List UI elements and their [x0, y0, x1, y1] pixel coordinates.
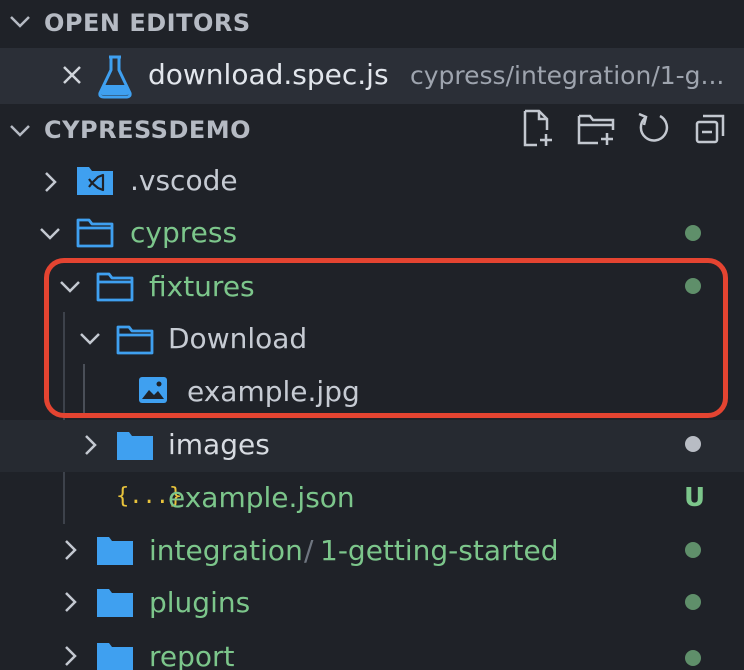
new-folder-icon[interactable] [576, 108, 618, 148]
open-editor-item[interactable]: download.spec.js cypress/integration/1-g… [0, 48, 744, 104]
open-editor-path: cypress/integration/1-g... [410, 61, 725, 90]
project-title: CYPRESSDEMO [44, 116, 252, 144]
modified-dot [685, 594, 701, 610]
flask-icon [98, 55, 132, 99]
chevron-down-icon [40, 228, 60, 240]
close-icon[interactable] [62, 65, 82, 85]
tree-item-vscode[interactable]: .vscode [0, 156, 744, 208]
chevron-down-icon [10, 16, 30, 28]
tree-item-label: plugins [149, 586, 251, 619]
refresh-icon[interactable] [636, 108, 672, 148]
modified-dot [685, 225, 701, 241]
path-separator: / [304, 534, 314, 567]
ignored-dot [685, 436, 701, 452]
tree-item-label: example.json [168, 481, 355, 514]
tree-item-label: images [168, 428, 270, 461]
modified-dot [685, 650, 701, 666]
vscode-folder-icon [77, 167, 113, 195]
tree-item-sublabel: 1-getting-started [320, 534, 559, 567]
new-file-icon[interactable] [520, 108, 556, 148]
tree-item-example-json[interactable]: {...} example.json U [0, 472, 744, 524]
chevron-right-icon [65, 540, 77, 560]
open-editors-header[interactable]: OPEN EDITORS [0, 0, 744, 52]
folder-closed-icon [117, 432, 153, 460]
modified-dot [685, 542, 701, 558]
open-editor-filename: download.spec.js [148, 58, 389, 91]
tree-item-cypress[interactable]: cypress [0, 208, 744, 260]
folder-open-icon [76, 218, 114, 248]
tree-item-report[interactable]: report [0, 628, 744, 670]
collapse-all-icon[interactable] [694, 108, 730, 148]
untracked-badge: U [684, 483, 706, 513]
chevron-down-icon [10, 125, 30, 137]
tree-item-integration[interactable]: integration / 1-getting-started [0, 524, 744, 576]
folder-closed-icon [97, 589, 133, 617]
tree-item-label: integration [149, 534, 303, 567]
tree-item-images[interactable]: images [0, 420, 744, 472]
highlight-box [44, 258, 728, 418]
tree-item-label: cypress [130, 216, 238, 249]
tree-item-plugins[interactable]: plugins [0, 576, 744, 628]
folder-closed-icon [97, 537, 133, 565]
chevron-right-icon [65, 646, 77, 666]
tree-item-label: report [149, 640, 235, 670]
chevron-right-icon [65, 592, 77, 612]
chevron-right-icon [45, 172, 57, 192]
tree-item-label: .vscode [130, 164, 238, 197]
folder-closed-icon [97, 643, 133, 670]
project-header[interactable]: CYPRESSDEMO [0, 104, 744, 156]
open-editors-title: OPEN EDITORS [44, 9, 251, 37]
chevron-right-icon [85, 435, 97, 455]
